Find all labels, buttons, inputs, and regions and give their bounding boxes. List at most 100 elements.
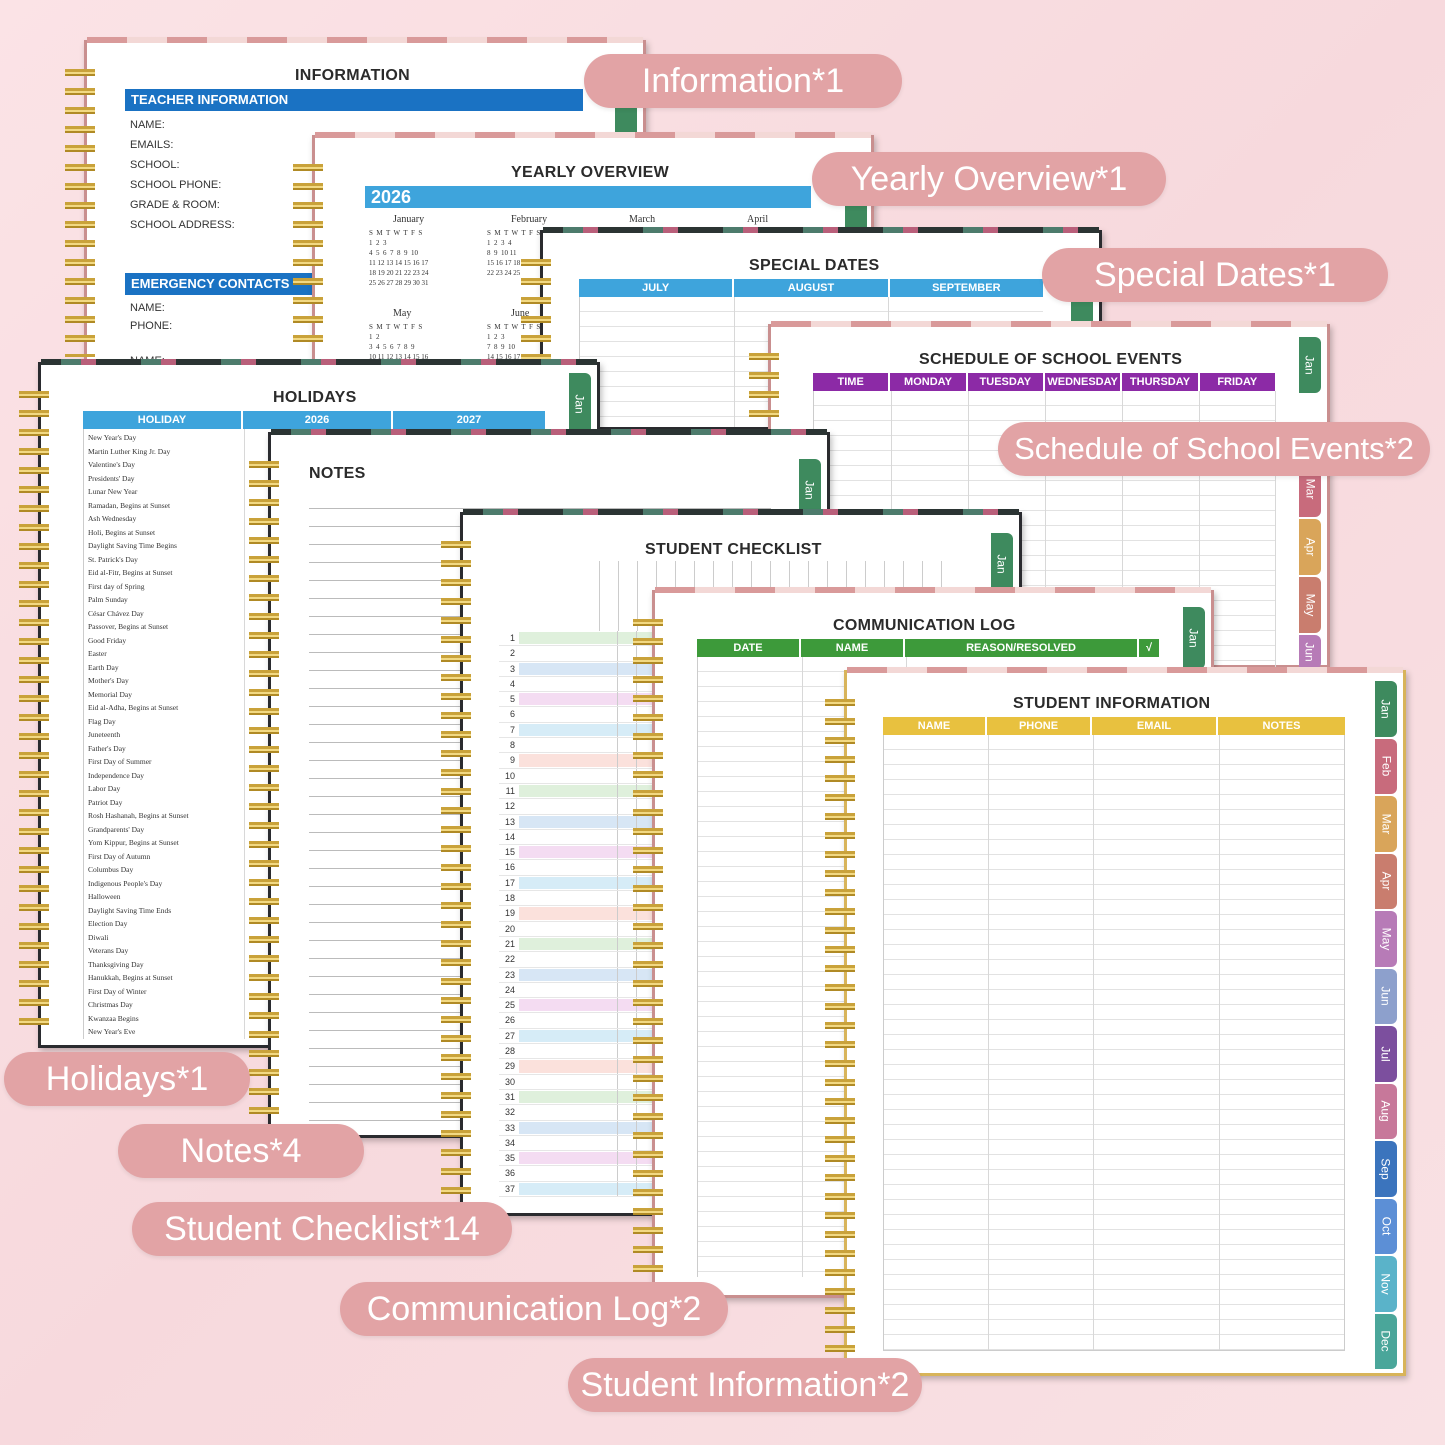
label-holidays: Holidays*1: [4, 1052, 250, 1106]
field-label: PHONE:: [130, 320, 173, 332]
row-number: 31: [504, 1091, 515, 1102]
holiday-item: Diwali: [88, 932, 109, 942]
holiday-item: Earth Day: [88, 662, 119, 672]
holiday-item: Veterans Day: [88, 946, 129, 955]
column-header: NAME: [883, 717, 987, 735]
column-header: 2027: [456, 414, 482, 426]
holiday-item: Mother's Day: [88, 676, 129, 685]
spiral-binding: [441, 535, 471, 1203]
column-header: REASON/RESOLVED: [905, 639, 1139, 657]
column-header: 2026: [243, 411, 393, 429]
tab-mar[interactable]: Mar: [1375, 796, 1397, 852]
holiday-item: Patriot Day: [88, 797, 123, 807]
holiday-item: New Year's Day: [88, 433, 137, 442]
row-number: 34: [504, 1137, 515, 1148]
emergency-fields: NAME: PHONE:: [130, 299, 172, 335]
column-header: TUESDAY: [968, 373, 1045, 391]
spiral-binding: [293, 158, 323, 352]
tab-may[interactable]: May: [1375, 911, 1397, 967]
tab-apr[interactable]: Apr: [1375, 853, 1397, 909]
holiday-item: Halloween: [88, 892, 121, 901]
column-header: DATE: [697, 639, 801, 657]
holiday-item: Ash Wednesday: [88, 514, 137, 523]
tab-dec[interactable]: Dec: [1375, 1313, 1397, 1369]
holidays-header: HOLIDAY 2026 2027: [83, 411, 545, 429]
spiral-binding: [19, 385, 49, 1035]
holiday-item: Election Day: [88, 919, 128, 928]
field-label: GRADE & ROOM:: [130, 199, 220, 211]
column-header: HOLIDAY: [83, 411, 243, 429]
holiday-item: Columbus Day: [88, 865, 134, 874]
row-number: 20: [504, 923, 515, 934]
holiday-item: Flag Day: [88, 716, 116, 726]
calendar-row: 25 26 27 28 29 30 31: [369, 279, 429, 287]
holiday-item: New Year's Eve: [88, 1027, 136, 1036]
tab-jan[interactable]: Jan: [1375, 681, 1397, 737]
column-header: AUGUST: [734, 279, 890, 297]
tab-jun[interactable]: Jun: [1299, 635, 1321, 669]
tab-jul[interactable]: Jul: [1375, 1026, 1397, 1082]
holiday-item: Palm Sunday: [88, 595, 128, 604]
holiday-item: Holi, Begins at Sunset: [88, 527, 156, 537]
row-number: 16: [504, 862, 515, 873]
holiday-item: First day of Spring: [88, 581, 145, 591]
column-header: EMAIL: [1092, 717, 1218, 735]
holiday-item: Christmas Day: [88, 1000, 133, 1009]
tab-jun[interactable]: Jun: [1375, 968, 1397, 1024]
field-label: NAME:: [130, 302, 165, 314]
row-number: 9: [509, 755, 515, 766]
holiday-item: Father's Day: [88, 743, 126, 753]
holiday-item: Yom Kippur, Begins at Sunset: [88, 838, 179, 847]
page-title: COMMUNICATION LOG: [833, 617, 1016, 634]
row-number: 26: [504, 1015, 515, 1026]
holiday-item: Martin Luther King Jr. Day: [88, 446, 171, 456]
teacher-info-header: TEACHER INFORMATION: [125, 89, 583, 111]
label-notes: Notes*4: [118, 1124, 364, 1178]
row-number: 14: [504, 831, 515, 842]
tab-jan[interactable]: Jan: [1299, 337, 1321, 393]
holiday-item: First Day of Winter: [88, 986, 147, 996]
row-number: 21: [504, 938, 515, 949]
tab-apr[interactable]: Apr: [1299, 519, 1321, 575]
spiral-binding: [633, 613, 663, 1285]
calendar-row: 1 2: [369, 333, 380, 341]
column-header: NAME: [801, 639, 905, 657]
tab-sep[interactable]: Sep: [1375, 1141, 1397, 1197]
tab-nov[interactable]: Nov: [1375, 1256, 1397, 1312]
holiday-item: Kwanzaa Begins: [88, 1013, 139, 1023]
spiral-binding: [65, 63, 95, 357]
row-number: 13: [504, 816, 515, 827]
holiday-item: First Day of Summer: [88, 757, 152, 766]
holiday-item: Independence Day: [88, 770, 145, 780]
page-title: SCHEDULE OF SCHOOL EVENTS: [919, 351, 1183, 368]
holiday-item: Easter: [88, 649, 107, 658]
row-number: 22: [504, 954, 515, 965]
tab-aug[interactable]: Aug: [1375, 1083, 1397, 1139]
field-label: SCHOOL ADDRESS:: [130, 219, 235, 231]
calendar-january: S M T W T F S 1 2 3 4 5 6 7 8 9 10 11 12 13…: [369, 228, 429, 288]
page-title: HOLIDAYS: [273, 389, 357, 406]
tab-feb[interactable]: Feb: [1375, 738, 1397, 794]
tab-jan[interactable]: Jan: [991, 533, 1013, 595]
student-information-page: STUDENT INFORMATION NAME PHONE EMAIL NOTES …: [825, 667, 1406, 1376]
column-header: √: [1145, 642, 1153, 654]
row-number: 33: [504, 1122, 515, 1133]
tab-jan[interactable]: Jan: [569, 373, 591, 435]
row-number: 32: [504, 1107, 515, 1118]
weekday-row: S M T W T F S: [369, 229, 423, 237]
row-number: 3: [509, 663, 515, 674]
holiday-item: César Chávez Day: [88, 608, 144, 618]
tab-oct[interactable]: Oct: [1375, 1198, 1397, 1254]
holiday-item: Hanukkah, Begins at Sunset: [88, 973, 173, 982]
label-information: Information*1: [584, 54, 902, 108]
holiday-item: Labor Day: [88, 784, 121, 793]
tab-may[interactable]: May: [1299, 577, 1321, 633]
teacher-info-fields: NAME: EMAILS: SCHOOL: SCHOOL PHONE: GRADE & …: [130, 115, 235, 235]
holiday-item: Eid al-Fitr, Begins at Sunset: [88, 568, 173, 577]
year-header: 2026: [365, 186, 811, 208]
page-title: INFORMATION: [295, 67, 410, 84]
row-number: 18: [504, 893, 515, 904]
special-dates-header: JULY AUGUST SEPTEMBER: [579, 279, 1043, 297]
tab-jan[interactable]: Jan: [1183, 607, 1205, 669]
holiday-item: Indigenous People's Day: [88, 878, 163, 888]
